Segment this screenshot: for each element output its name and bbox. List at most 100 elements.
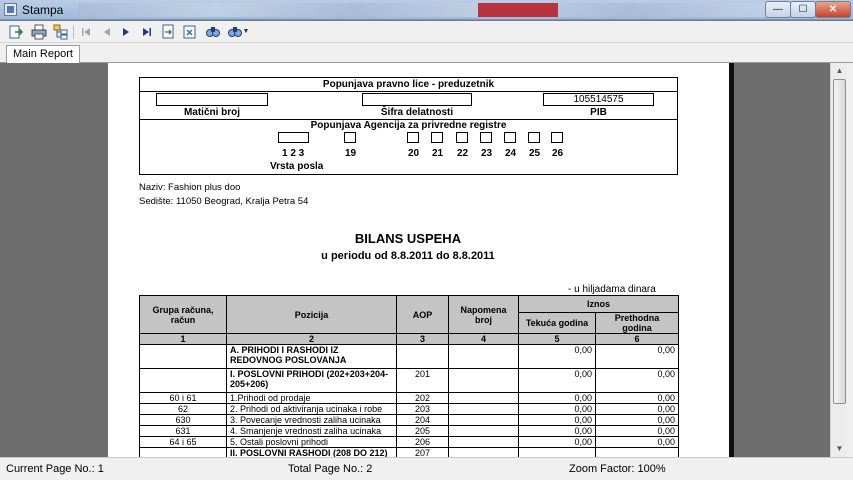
report-toolbar: ▼ (0, 21, 853, 43)
cell-napomena (448, 425, 519, 437)
column-header-tekuca: Tekuća godina (518, 312, 596, 334)
zoom-icon[interactable] (227, 24, 243, 40)
column-number: 3 (396, 333, 449, 345)
cell-napomena (448, 392, 519, 404)
window-right-edge (847, 63, 853, 457)
column-number: 1 (139, 333, 227, 345)
cell-tekuca: 0,00 (518, 344, 596, 369)
code-label: 25 (529, 148, 541, 159)
code-box (407, 132, 419, 143)
export-icon[interactable] (8, 24, 24, 40)
minimize-button[interactable]: — (765, 1, 791, 18)
tab-main-report[interactable]: Main Report (6, 45, 80, 64)
cell-grupa: 631 (139, 425, 227, 437)
next-page-icon[interactable] (118, 24, 134, 40)
cell-napomena (448, 436, 519, 448)
cell-tekuca: 0,00 (518, 425, 596, 437)
report-title: BILANS USPEHA (354, 231, 462, 246)
cell-pozicija: 3. Povecanje vrednosti zaliha ucinaka (226, 414, 397, 426)
header-top-label: Popunjava pravno lice - preduzetnik (140, 78, 677, 92)
table-row: 630 3. Povecanje vrednosti zaliha ucinak… (139, 414, 680, 426)
cell-pozicija: 1.Prihodi od prodaje (226, 392, 397, 404)
code-label: 26 (552, 148, 564, 159)
maximize-button[interactable]: ☐ (790, 1, 816, 18)
cell-napomena (448, 403, 519, 415)
cell-tekuca: 0,00 (518, 368, 596, 393)
column-number-row: 1 2 3 4 5 6 (139, 333, 680, 345)
cell-prethodna: 0,00 (594, 344, 680, 369)
column-header-grupa: Grupa računa, račun (139, 295, 227, 334)
scroll-down-icon[interactable]: ▼ (831, 441, 848, 457)
cell-pozicija: II. POSLOVNI RASHODI (208 DO 212) (226, 447, 397, 457)
cell-prethodna (594, 447, 680, 457)
sifra-delatnosti-label: Šifra delatnosti (380, 107, 454, 118)
title-bar: Stampa — ☐ ✕ (0, 0, 853, 20)
cell-napomena (448, 368, 519, 393)
column-number: 6 (594, 333, 680, 345)
last-page-icon[interactable] (139, 24, 155, 40)
cell-prethodna: 0,00 (594, 436, 680, 448)
first-page-icon[interactable] (78, 24, 94, 40)
code-box (480, 132, 492, 143)
cell-aop: 202 (396, 392, 449, 404)
company-name: Naziv: Fashion plus doo (139, 182, 241, 193)
close-button[interactable]: ✕ (815, 1, 851, 18)
cell-prethodna: 0,00 (594, 368, 680, 393)
cell-prethodna: 0,00 (594, 392, 680, 404)
blurred-background-strip (78, 3, 768, 17)
cell-aop: 207 (396, 447, 449, 457)
cell-napomena (448, 414, 519, 426)
code-box (551, 132, 563, 143)
report-page: Popunjava pravno lice - preduzetnik Mati… (108, 63, 729, 457)
table-row: 64 i 65 5. Ostali poslovni prihodi 206 0… (139, 436, 680, 448)
previous-page-icon[interactable] (99, 24, 115, 40)
goto-page-icon[interactable] (160, 24, 176, 40)
scroll-up-icon[interactable]: ▲ (831, 63, 848, 79)
company-address: Sedište: 11050 Beograd, Kralja Petra 54 (139, 196, 309, 207)
total-page-status: Total Page No.: 2 (288, 463, 373, 475)
vrsta-posla-label: Vrsta posla (270, 161, 324, 172)
window-title: Stampa (22, 3, 64, 17)
code-box (528, 132, 540, 143)
cell-prethodna: 0,00 (594, 403, 680, 415)
column-number: 4 (448, 333, 519, 345)
code-label: 23 (481, 148, 493, 159)
vertical-scrollbar[interactable]: ▲ ▼ (830, 63, 847, 457)
maticni-broj-field (156, 93, 268, 106)
table-row: I. POSLOVNI PRIHODI (202+203+204-205+206… (139, 368, 680, 393)
close-view-icon[interactable] (182, 24, 198, 40)
code-box (456, 132, 468, 143)
code-label: 20 (408, 148, 420, 159)
agency-label: Popunjava Agencija za privredne registre (310, 120, 507, 131)
chevron-down-icon[interactable]: ▼ (242, 24, 250, 40)
report-viewport[interactable]: Popunjava pravno lice - preduzetnik Mati… (0, 63, 830, 457)
report-period: u periodu od 8.8.2011 do 8.8.2011 (321, 250, 495, 262)
cell-pozicija: I. POSLOVNI PRIHODI (202+203+204-205+206… (226, 368, 397, 393)
cell-grupa: 62 (139, 403, 227, 415)
cell-tekuca (518, 447, 596, 457)
cell-aop: 203 (396, 403, 449, 415)
report-tab-strip: Main Report (0, 43, 853, 64)
table-row: 62 2. Prihodi od aktiviranja ucinaka i r… (139, 403, 680, 415)
income-statement-table: Grupa računa, račun Pozicija AOP Napomen… (139, 295, 680, 457)
code-label: 22 (457, 148, 469, 159)
table-row: A. PRIHODI I RASHODI IZ REDOVNOG POSLOVA… (139, 344, 680, 369)
cell-aop: 206 (396, 436, 449, 448)
header-id-row: Matični broj Šifra delatnosti 105514575 … (140, 92, 677, 120)
search-icon[interactable] (205, 24, 221, 40)
scrollbar-thumb[interactable] (833, 79, 846, 404)
column-header-aop: AOP (396, 295, 449, 334)
group-tree-icon[interactable] (53, 24, 69, 40)
cell-pozicija: 4. Smanjenje vrednosti zaliha ucinaka (226, 425, 397, 437)
blurred-background-highlight (478, 3, 558, 17)
column-number: 2 (226, 333, 397, 345)
print-icon[interactable] (31, 24, 47, 40)
cell-aop: 201 (396, 368, 449, 393)
cell-napomena (448, 447, 519, 457)
cell-tekuca: 0,00 (518, 414, 596, 426)
maticni-broj-label: Matični broj (183, 107, 241, 118)
toolbar-separator (73, 25, 74, 39)
cell-prethodna: 0,00 (594, 414, 680, 426)
code-box (431, 132, 443, 143)
code-box (504, 132, 516, 143)
